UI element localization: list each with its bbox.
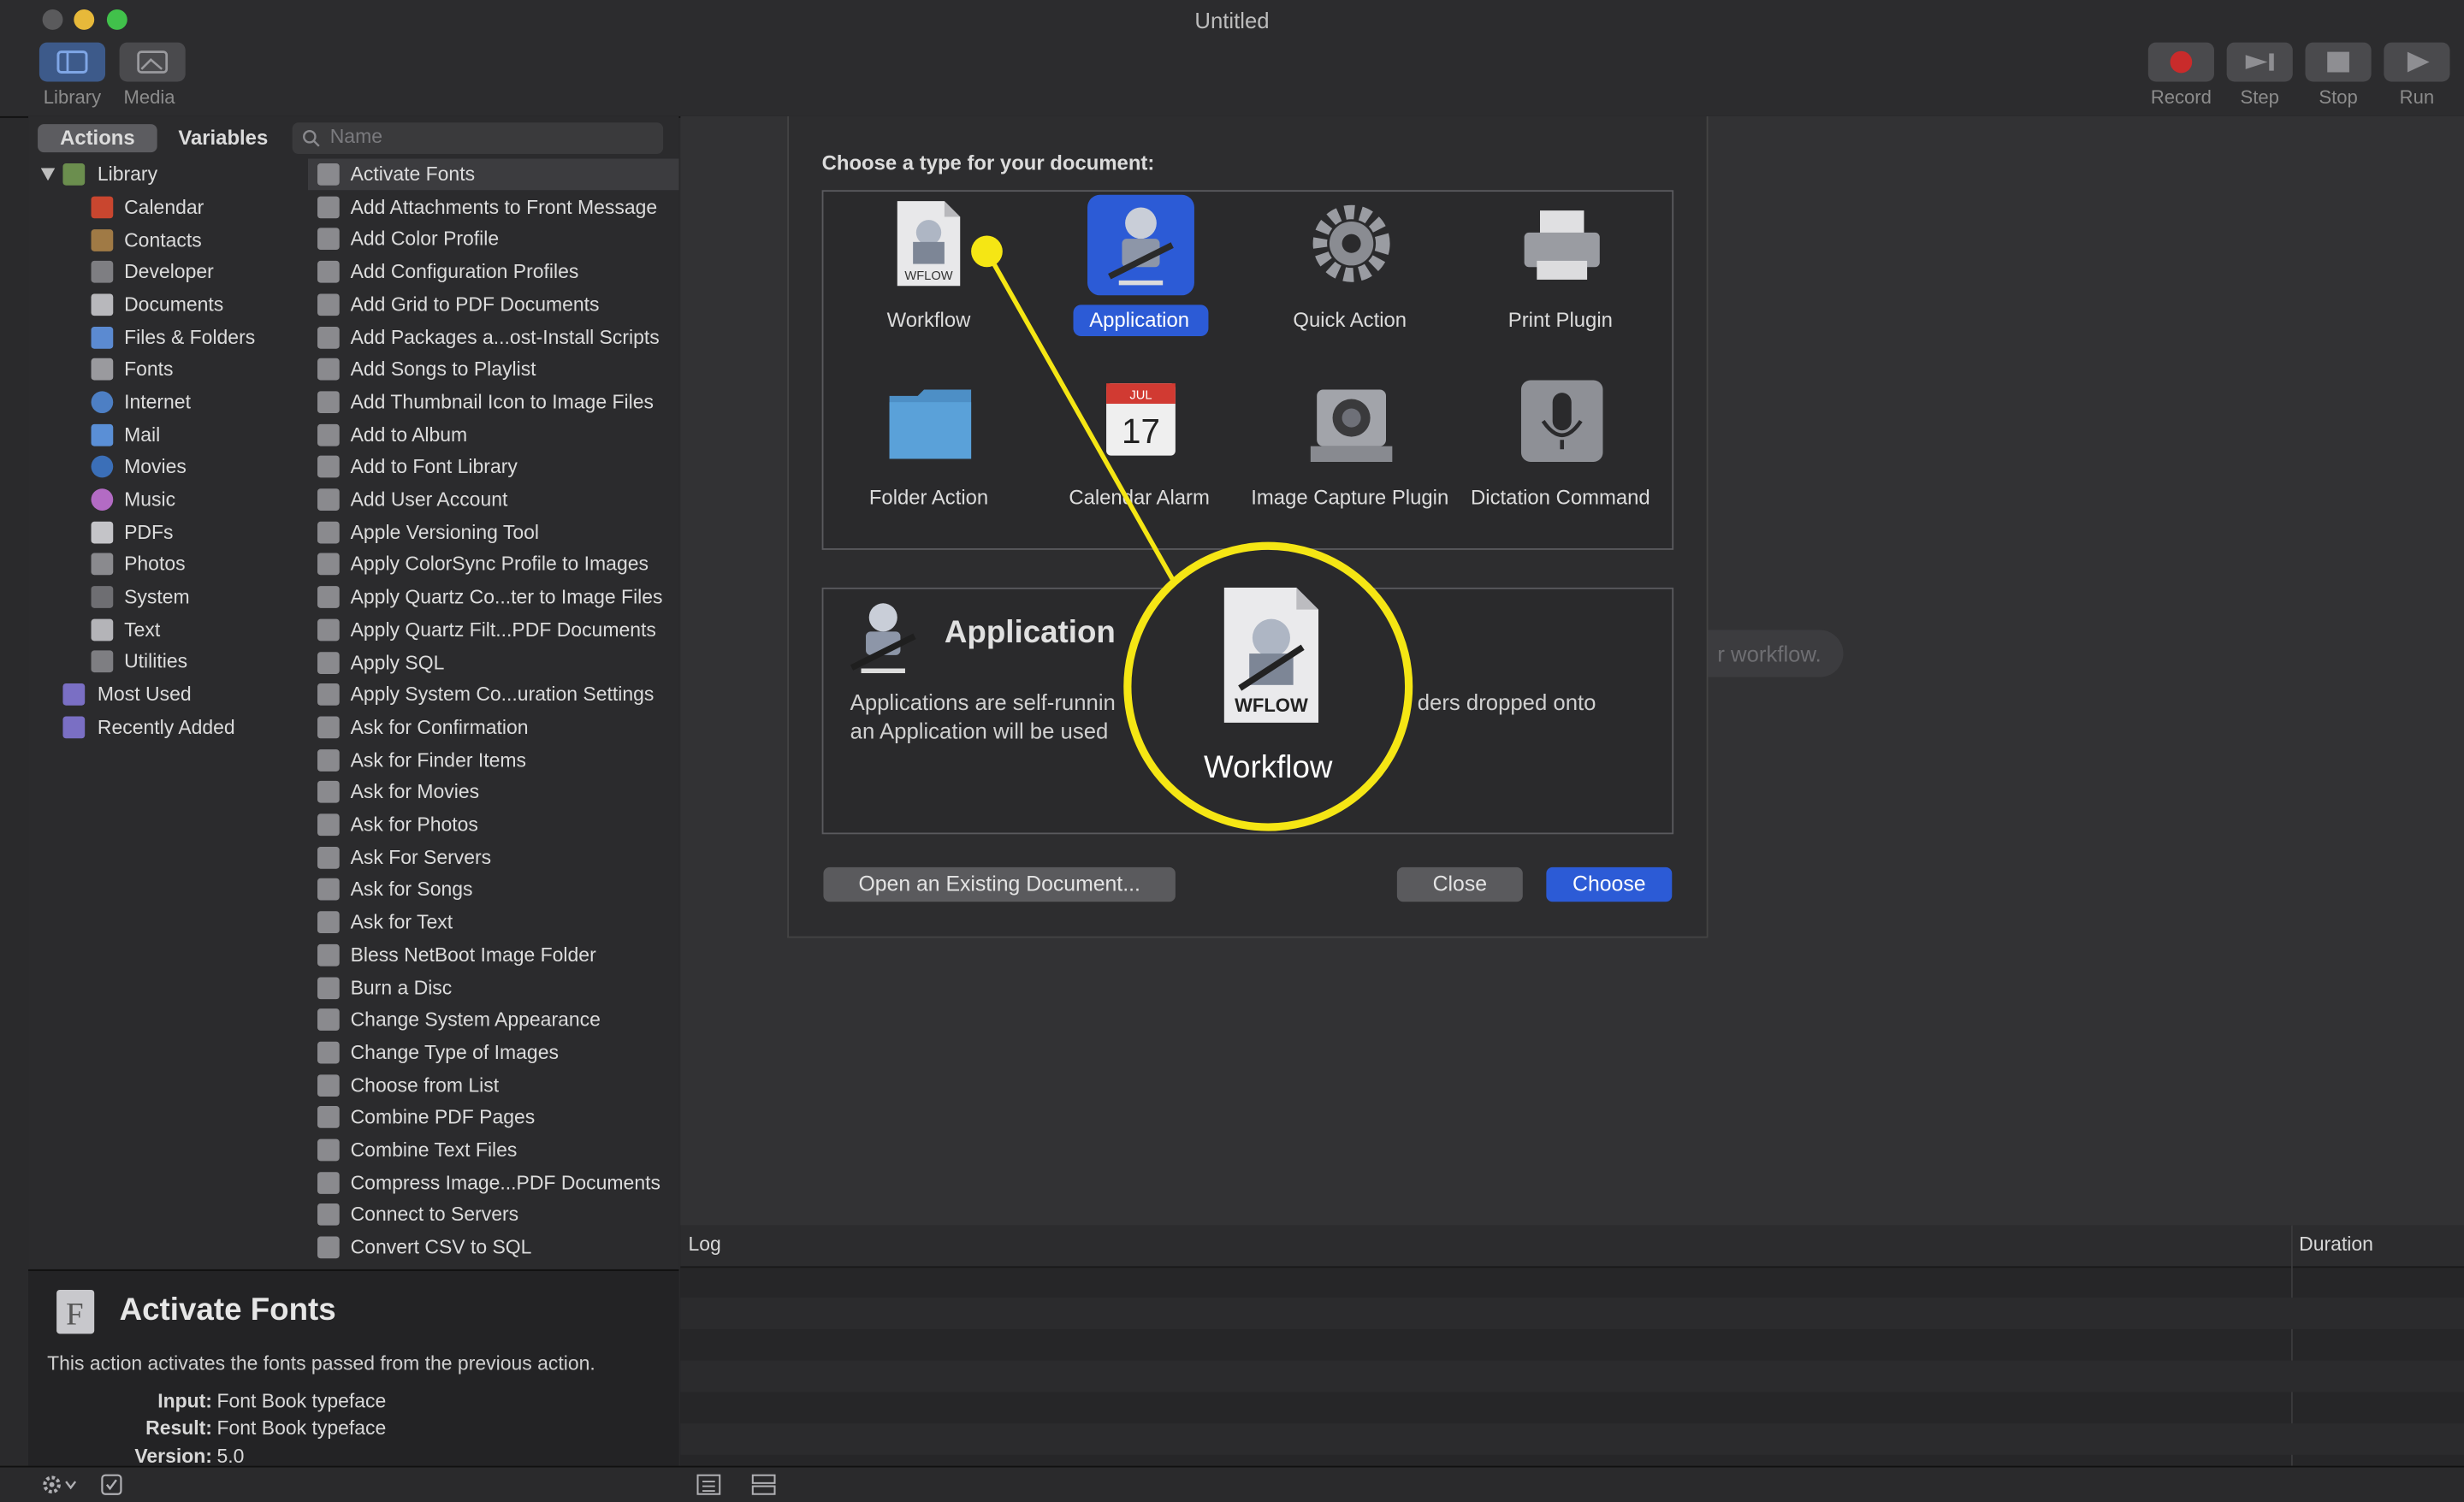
automator-window: Untitled Library Media Record Step Stop … xyxy=(0,0,2464,1502)
callout-icon-text: WFLOW xyxy=(1235,694,1308,717)
callout-line xyxy=(985,250,1178,586)
callout-dot xyxy=(971,235,1003,268)
callout-label: Workflow xyxy=(1204,750,1333,786)
callout-magnifier: WFLOW Workflow xyxy=(1123,541,1413,831)
